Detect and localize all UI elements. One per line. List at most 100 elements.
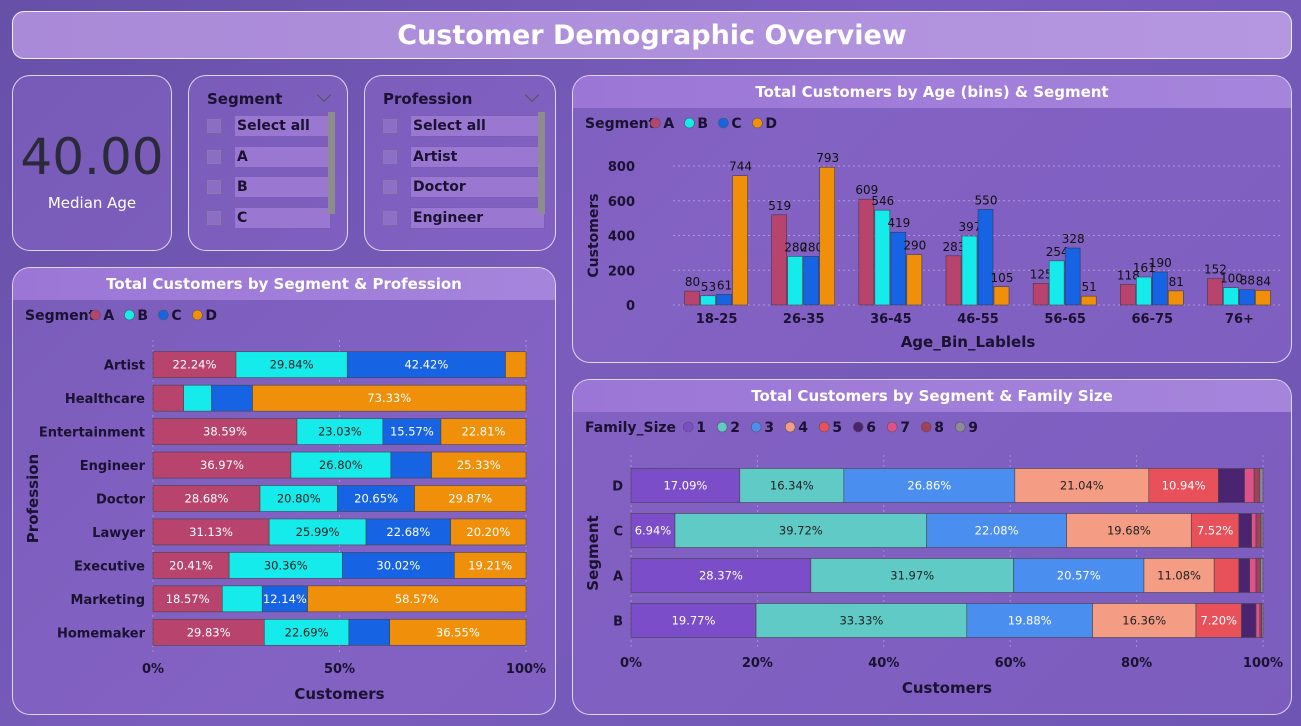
y-tick-label: Homemaker (57, 626, 146, 641)
legend-title: Segment (585, 116, 656, 132)
y-axis-title: Profession (24, 454, 42, 543)
checkbox[interactable] (383, 180, 397, 194)
data-label: 7.20% (1200, 614, 1237, 628)
bar (1032, 283, 1049, 306)
profession-option-engineer[interactable]: Engineer (383, 207, 545, 229)
data-label: 19.68% (1107, 524, 1151, 538)
legend-label: 4 (798, 420, 808, 436)
legend-title: Family_Size (585, 420, 676, 436)
data-label: 33.33% (839, 614, 883, 628)
slicer-scrollbar[interactable] (538, 112, 545, 214)
chevron-down-icon[interactable] (524, 87, 540, 103)
checkbox[interactable] (383, 119, 397, 133)
bar-segment (211, 384, 253, 412)
segment-option-b[interactable]: B (207, 176, 331, 198)
data-label: 51 (1082, 280, 1097, 294)
data-label: 16.36% (1122, 614, 1166, 628)
median-age-label: Median Age (47, 194, 137, 212)
data-label: 21.04% (1060, 479, 1104, 493)
profession-option-select-all[interactable]: Select all (383, 115, 545, 137)
bar-segment (1238, 558, 1250, 593)
y-tick-label: Lawyer (92, 526, 145, 541)
legend-marker (158, 309, 169, 321)
data-label: 6.94% (635, 524, 672, 538)
data-label: 36.55% (436, 625, 480, 639)
y-tick-label: B (613, 615, 623, 630)
segment-option-c[interactable]: C (207, 207, 331, 229)
bar-segment (183, 384, 212, 412)
x-tick-label: 100% (506, 662, 546, 677)
bar (819, 166, 835, 306)
checkbox[interactable] (207, 150, 221, 164)
checkbox[interactable] (383, 150, 397, 164)
segment-option-a[interactable]: A (207, 146, 331, 168)
legend-label: 8 (934, 420, 944, 436)
data-label: 12.14% (263, 592, 307, 606)
segment-option-select-all[interactable]: Select all (207, 115, 331, 137)
data-label: 22.68% (386, 525, 430, 539)
legend-marker (886, 421, 898, 433)
bar (716, 294, 732, 306)
bar (858, 198, 875, 306)
segment-slicer-title: Segment (207, 90, 283, 108)
legend-label: C (171, 308, 181, 324)
x-tick-label: 60% (995, 656, 1026, 671)
legend-marker (684, 117, 695, 129)
data-label: 19.77% (672, 614, 716, 628)
profession-option-doctor[interactable]: Doctor (383, 176, 545, 198)
data-label: 36.97% (200, 458, 244, 472)
data-label: 793 (816, 151, 839, 165)
data-label: 18.57% (166, 592, 210, 606)
data-label: 20.65% (354, 492, 398, 506)
data-label: 23.03% (318, 425, 362, 439)
option-label: Select all (410, 115, 545, 137)
data-label: 22.69% (285, 625, 329, 639)
chevron-down-icon[interactable] (316, 87, 332, 103)
x-tick-label: 40% (868, 656, 899, 671)
data-label: 61 (717, 278, 732, 292)
bar (993, 286, 1010, 306)
y-tick-label: Healthcare (65, 392, 145, 407)
bar-segment (221, 585, 263, 613)
legend-marker (124, 309, 135, 321)
checkbox[interactable] (207, 119, 221, 133)
legend-label: B (137, 308, 148, 324)
data-label: 88 (1240, 274, 1255, 288)
data-label: 81 (1169, 275, 1184, 289)
dashboard-title-bar: Customer Demographic Overview (12, 11, 1292, 59)
checkbox[interactable] (207, 211, 221, 225)
x-tick-label: 50% (324, 662, 355, 677)
profession-slicer: Profession Select all Artist Doctor Engi… (364, 75, 556, 251)
data-label: 80 (685, 275, 700, 289)
checkbox[interactable] (383, 211, 397, 225)
slicer-scrollbar[interactable] (328, 112, 335, 214)
checkbox[interactable] (207, 180, 221, 194)
data-label: 58.57% (395, 592, 439, 606)
bar (1080, 295, 1097, 306)
legend-label: C (731, 116, 741, 132)
median-age-card: 40.00 Median Age (12, 75, 172, 251)
y-tick-label: 400 (608, 230, 635, 245)
family-chart-card: Total Customers by Segment & Family Size… (572, 379, 1292, 715)
x-tick-label: 100% (1243, 656, 1283, 671)
bar-segment (1253, 468, 1261, 503)
bar-segment (348, 618, 390, 646)
data-label: 26.86% (907, 479, 951, 493)
bar-segment (1261, 603, 1264, 638)
legend-marker (192, 309, 203, 321)
median-age-value: 40.00 (20, 128, 164, 186)
option-label: Doctor (410, 176, 545, 198)
legend-label: D (205, 308, 217, 324)
y-tick-label: 600 (608, 195, 635, 210)
data-label: 28.68% (185, 492, 229, 506)
y-tick-label: Marketing (71, 593, 145, 608)
legend-label: 7 (900, 420, 910, 436)
data-label: 15.57% (390, 425, 434, 439)
legend-marker (650, 117, 661, 129)
profession-option-artist[interactable]: Artist (383, 146, 545, 168)
data-label: 25.33% (457, 458, 501, 472)
data-label: 10.94% (1162, 479, 1206, 493)
bar (1255, 290, 1271, 306)
profession-chart-card: Total Customers by Segment & Profession … (12, 267, 556, 715)
x-tick-label: 76+ (1225, 312, 1254, 327)
